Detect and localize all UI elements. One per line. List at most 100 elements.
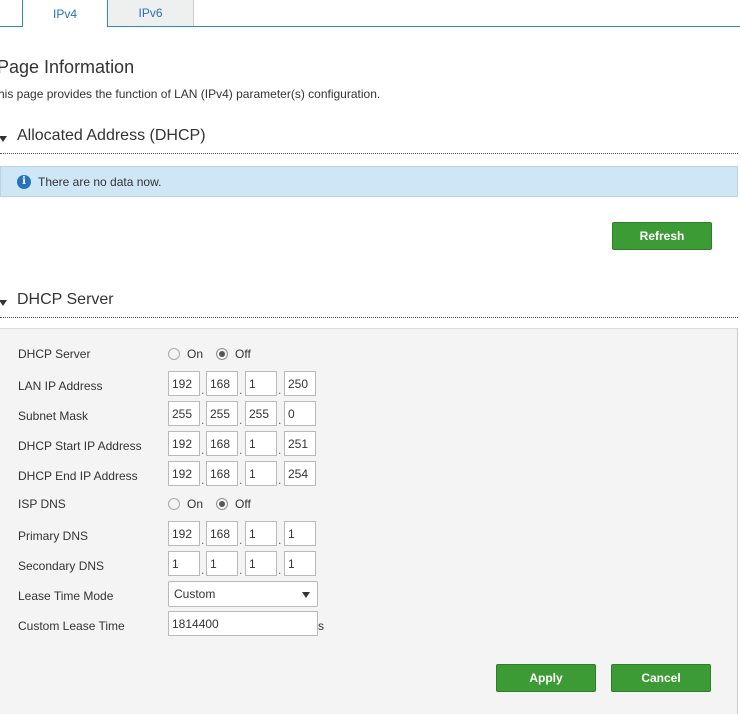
collapse-triangle-icon[interactable] bbox=[0, 136, 7, 142]
start-ip-octet-1[interactable] bbox=[168, 431, 200, 456]
section-heading: DHCP Server bbox=[17, 291, 114, 308]
secondary-dns-octet-1[interactable] bbox=[168, 551, 200, 576]
row-label: ISP DNS bbox=[18, 497, 66, 511]
secondary-dns-octet-3[interactable] bbox=[245, 551, 277, 576]
radio-label: On bbox=[187, 497, 204, 511]
dropdown-arrow-icon bbox=[302, 592, 310, 598]
row-label: LAN IP Address bbox=[18, 379, 103, 393]
cancel-button[interactable]: Cancel bbox=[611, 664, 711, 692]
tab-underline bbox=[0, 26, 740, 27]
section-dhcp-server[interactable]: DHCP Server bbox=[0, 291, 738, 318]
tab-ipv6[interactable]: IPv6 bbox=[108, 0, 194, 26]
lan-ip-octet-3[interactable] bbox=[245, 371, 277, 396]
isp-dns-off-option[interactable]: Off bbox=[216, 489, 251, 519]
row-secondary-dns: Secondary DNS . . . bbox=[0, 551, 738, 581]
start-ip-octet-3[interactable] bbox=[245, 431, 277, 456]
dhcp-server-off-option[interactable]: Off bbox=[216, 339, 251, 369]
custom-lease-time-input[interactable] bbox=[168, 611, 318, 636]
octet-separator: . bbox=[278, 413, 282, 427]
isp-dns-off-radio[interactable] bbox=[216, 498, 228, 510]
row-lease-time-mode: Lease Time Mode Custom bbox=[0, 581, 738, 611]
tab-ipv4[interactable]: IPv4 bbox=[22, 0, 108, 27]
row-label: DHCP Server bbox=[18, 347, 91, 361]
row-label: DHCP Start IP Address bbox=[18, 439, 142, 453]
octet-separator: . bbox=[239, 533, 243, 547]
start-ip-octet-2[interactable] bbox=[206, 431, 238, 456]
secondary-dns-octet-4[interactable] bbox=[284, 551, 316, 576]
dotted-divider bbox=[0, 317, 738, 318]
octet-separator: . bbox=[201, 473, 205, 487]
page-title: Page Information bbox=[0, 57, 135, 77]
end-ip-octet-3[interactable] bbox=[245, 461, 277, 486]
octet-separator: . bbox=[278, 443, 282, 457]
refresh-button[interactable]: Refresh bbox=[612, 222, 712, 250]
subnet-mask-octet-2[interactable] bbox=[206, 401, 238, 426]
row-custom-lease-time: Custom Lease Time s bbox=[0, 611, 738, 641]
dotted-divider bbox=[0, 153, 738, 154]
row-dhcp-end-ip: DHCP End IP Address . . . bbox=[0, 461, 738, 491]
collapse-triangle-icon[interactable] bbox=[0, 300, 7, 306]
dhcp-server-off-radio[interactable] bbox=[216, 348, 228, 360]
subnet-mask-octet-3[interactable] bbox=[245, 401, 277, 426]
page-description: his page provides the function of LAN (I… bbox=[0, 87, 381, 101]
primary-dns-octet-1[interactable] bbox=[168, 521, 200, 546]
row-label: Primary DNS bbox=[18, 529, 89, 543]
octet-separator: . bbox=[239, 563, 243, 577]
empty-data-message: There are no data now. bbox=[38, 175, 162, 189]
select-value: Custom bbox=[174, 587, 216, 601]
octet-separator: . bbox=[278, 563, 282, 577]
octet-separator: . bbox=[201, 443, 205, 457]
subnet-mask-octet-1[interactable] bbox=[168, 401, 200, 426]
primary-dns-octet-2[interactable] bbox=[206, 521, 238, 546]
octet-separator: . bbox=[201, 533, 205, 547]
radio-label: On bbox=[187, 347, 204, 361]
isp-dns-on-radio[interactable] bbox=[168, 498, 180, 510]
row-dhcp-start-ip: DHCP Start IP Address . . . bbox=[0, 431, 738, 461]
lan-ip-octet-2[interactable] bbox=[206, 371, 238, 396]
tab-bar: IPv4 IPv6 bbox=[0, 0, 740, 27]
dhcp-server-panel: DHCP Server On Off LAN IP Address . . . … bbox=[0, 328, 738, 714]
radio-label: Off bbox=[235, 497, 251, 511]
octet-separator: . bbox=[278, 473, 282, 487]
octet-separator: . bbox=[278, 533, 282, 547]
end-ip-octet-2[interactable] bbox=[206, 461, 238, 486]
info-icon: i bbox=[17, 175, 31, 189]
end-ip-octet-1[interactable] bbox=[168, 461, 200, 486]
section-allocated-address[interactable]: Allocated Address (DHCP) bbox=[0, 127, 738, 154]
dhcp-server-on-radio[interactable] bbox=[168, 348, 180, 360]
dhcp-server-on-option[interactable]: On bbox=[168, 339, 203, 369]
row-label: Secondary DNS bbox=[18, 559, 105, 573]
row-label: Lease Time Mode bbox=[18, 589, 114, 603]
radio-label: Off bbox=[235, 347, 251, 361]
lan-ip-octet-1[interactable] bbox=[168, 371, 200, 396]
start-ip-octet-4[interactable] bbox=[284, 431, 316, 456]
octet-separator: . bbox=[239, 473, 243, 487]
info-bar: i There are no data now. bbox=[0, 166, 738, 197]
primary-dns-octet-4[interactable] bbox=[284, 521, 316, 546]
subnet-mask-octet-4[interactable] bbox=[284, 401, 316, 426]
octet-separator: . bbox=[239, 413, 243, 427]
octet-separator: . bbox=[278, 383, 282, 397]
octet-separator: . bbox=[201, 563, 205, 577]
secondary-dns-octet-2[interactable] bbox=[206, 551, 238, 576]
end-ip-octet-4[interactable] bbox=[284, 461, 316, 486]
row-isp-dns: ISP DNS On Off bbox=[0, 489, 738, 519]
row-label: Custom Lease Time bbox=[18, 619, 125, 633]
octet-separator: . bbox=[239, 383, 243, 397]
apply-button[interactable]: Apply bbox=[496, 664, 596, 692]
octet-separator: . bbox=[239, 443, 243, 457]
lan-ip-octet-4[interactable] bbox=[284, 371, 316, 396]
row-subnet-mask: Subnet Mask . . . bbox=[0, 401, 738, 431]
octet-separator: . bbox=[201, 413, 205, 427]
isp-dns-on-option[interactable]: On bbox=[168, 489, 203, 519]
row-lan-ip: LAN IP Address . . . bbox=[0, 371, 738, 401]
section-heading: Allocated Address (DHCP) bbox=[17, 127, 206, 144]
row-dhcp-server: DHCP Server On Off bbox=[0, 339, 738, 369]
lease-time-unit: s bbox=[318, 619, 324, 633]
row-label: DHCP End IP Address bbox=[18, 469, 138, 483]
octet-separator: . bbox=[201, 383, 205, 397]
row-label: Subnet Mask bbox=[18, 409, 89, 423]
lease-time-mode-select[interactable]: Custom bbox=[168, 581, 318, 607]
primary-dns-octet-3[interactable] bbox=[245, 521, 277, 546]
row-primary-dns: Primary DNS . . . bbox=[0, 521, 738, 551]
